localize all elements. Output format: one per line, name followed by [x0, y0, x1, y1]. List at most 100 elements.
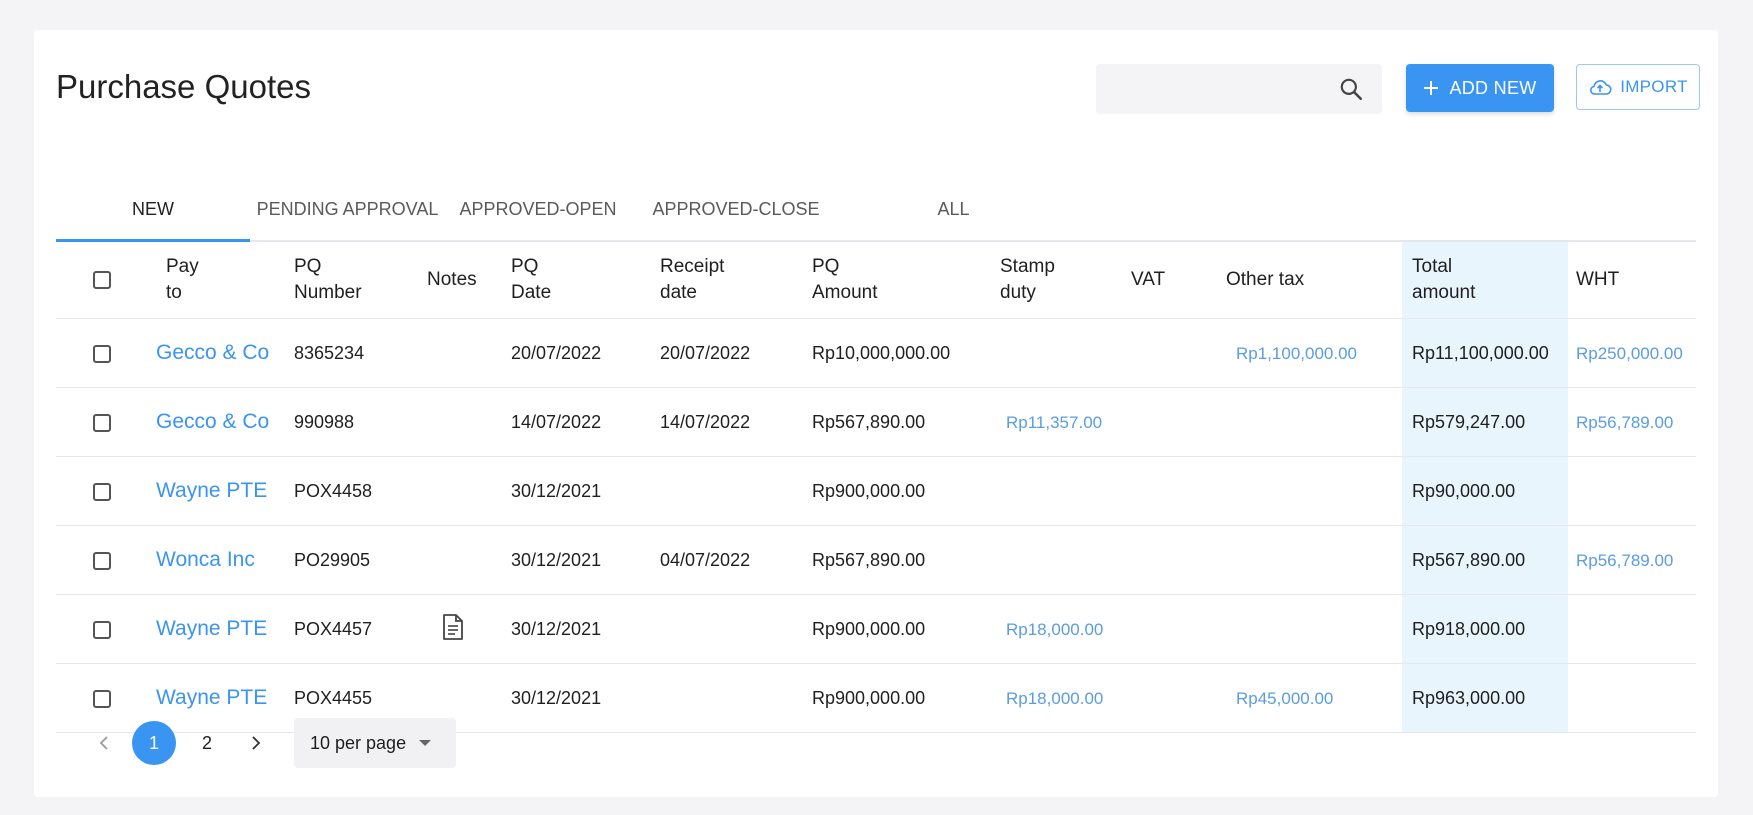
chevron-right-icon [252, 736, 261, 750]
notes-cell [427, 456, 511, 526]
header-receipt-date[interactable]: Receipt date [660, 242, 812, 319]
pq-date-cell: 30/12/2021 [511, 594, 660, 664]
pq-number-cell: 990988 [294, 387, 427, 457]
cloud-upload-icon [1590, 80, 1612, 95]
header-vat[interactable]: VAT [1131, 242, 1226, 319]
other-tax-link[interactable]: Rp45,000.00 [1236, 689, 1333, 708]
vat-cell [1131, 525, 1226, 595]
header-wht[interactable]: WHT [1568, 242, 1696, 319]
total-amount-cell: Rp567,890.00 [1402, 525, 1568, 595]
notes-cell [427, 318, 511, 388]
pq-amount-cell: Rp10,000,000.00 [812, 318, 1000, 388]
receipt-date-cell [660, 456, 812, 526]
table-row[interactable]: Gecco & Co 990988 14/07/2022 14/07/2022 Rp56… [56, 387, 1696, 457]
total-amount-cell: Rp90,000.00 [1402, 456, 1568, 526]
tab-new[interactable]: NEW [56, 170, 250, 242]
vat-cell [1131, 594, 1226, 664]
header-pq-amount[interactable]: PQ Amount [812, 242, 1000, 319]
row-checkbox[interactable] [93, 551, 111, 570]
header-other-tax[interactable]: Other tax [1226, 242, 1402, 319]
search-input[interactable] [1096, 64, 1382, 114]
pq-number-cell: PO29905 [294, 525, 427, 595]
receipt-date-cell: 20/07/2022 [660, 318, 812, 388]
pay-to-link[interactable]: Wonca Inc [156, 548, 255, 571]
row-checkbox[interactable] [93, 344, 111, 363]
add-new-label: ADD NEW [1449, 77, 1537, 98]
prev-page-button[interactable] [84, 723, 124, 763]
receipt-date-cell [660, 594, 812, 664]
header-pq-date[interactable]: PQ Date [511, 242, 660, 319]
pq-date-cell: 14/07/2022 [511, 387, 660, 457]
pq-number-cell: 8365234 [294, 318, 427, 388]
import-label: IMPORT [1620, 77, 1688, 96]
page-1-button[interactable]: 1 [132, 721, 176, 765]
purchase-quotes-table: Pay to PQ Number Notes PQ Date Receipt date … [56, 242, 1696, 733]
table-row[interactable]: Wayne PTE POX4458 30/12/2021 Rp900,000.00 Rp… [56, 456, 1696, 526]
notes-cell [427, 594, 511, 664]
vat-cell [1131, 663, 1226, 733]
notes-cell [427, 387, 511, 457]
total-amount-cell: Rp579,247.00 [1402, 387, 1568, 457]
pay-to-link[interactable]: Wayne PTE [156, 479, 267, 502]
header-notes[interactable]: Notes [427, 242, 511, 319]
receipt-date-cell: 04/07/2022 [660, 525, 812, 595]
table-row[interactable]: Wonca Inc PO29905 30/12/2021 04/07/2022 Rp56… [56, 525, 1696, 595]
notes-cell [427, 525, 511, 595]
pq-date-cell: 30/12/2021 [511, 525, 660, 595]
pq-number-cell: POX4458 [294, 456, 427, 526]
vat-cell [1131, 318, 1226, 388]
per-page-value: 10 per page [310, 732, 407, 753]
pagination: 1 2 10 per page [56, 718, 456, 768]
pq-amount-cell: Rp900,000.00 [812, 456, 1000, 526]
stamp-duty-link[interactable]: Rp18,000.00 [1006, 689, 1103, 708]
receipt-date-cell: 14/07/2022 [660, 387, 812, 457]
pq-amount-cell: Rp567,890.00 [812, 525, 1000, 595]
row-checkbox[interactable] [93, 689, 111, 708]
tab-pending-approval[interactable]: PENDING APPROVAL [250, 170, 445, 240]
pq-date-cell: 30/12/2021 [511, 456, 660, 526]
pay-to-link[interactable]: Wayne PTE [156, 686, 267, 709]
table-row[interactable]: Gecco & Co 8365234 20/07/2022 20/07/2022 Rp1… [56, 318, 1696, 388]
per-page-select[interactable]: 10 per page [294, 718, 456, 768]
search-icon[interactable] [1338, 76, 1364, 102]
tab-approved-open[interactable]: APPROVED-OPEN [445, 170, 631, 240]
header-pay-to[interactable]: Pay to [156, 242, 294, 319]
header-total-amount[interactable]: Total amount [1402, 242, 1568, 319]
document-icon[interactable] [441, 613, 465, 641]
vat-cell [1131, 456, 1226, 526]
pq-number-cell: POX4457 [294, 594, 427, 664]
total-amount-cell: Rp918,000.00 [1402, 594, 1568, 664]
total-amount-cell: Rp963,000.00 [1402, 663, 1568, 733]
pay-to-link[interactable]: Gecco & Co [156, 410, 269, 433]
pay-to-link[interactable]: Gecco & Co [156, 341, 269, 364]
other-tax-link[interactable]: Rp1,100,000.00 [1236, 344, 1357, 363]
tab-approved-close[interactable]: APPROVED-CLOSE [631, 170, 841, 240]
chevron-left-icon [99, 736, 108, 750]
wht-link[interactable]: Rp250,000.00 [1576, 344, 1683, 363]
next-page-button[interactable] [236, 723, 276, 763]
add-new-button[interactable]: ADD NEW [1406, 64, 1554, 112]
wht-link[interactable]: Rp56,789.00 [1576, 551, 1673, 570]
stamp-duty-link[interactable]: Rp11,357.00 [1006, 413, 1102, 432]
tab-all[interactable]: ALL [841, 170, 1066, 240]
pq-amount-cell: Rp567,890.00 [812, 387, 1000, 457]
row-checkbox[interactable] [93, 413, 111, 432]
row-checkbox[interactable] [93, 482, 111, 501]
receipt-date-cell [660, 663, 812, 733]
select-all-checkbox[interactable] [93, 270, 111, 289]
wht-link[interactable]: Rp56,789.00 [1576, 413, 1673, 432]
header-pq-number[interactable]: PQ Number [294, 242, 427, 319]
pay-to-link[interactable]: Wayne PTE [156, 617, 267, 640]
header-stamp-duty[interactable]: Stamp duty [1000, 242, 1131, 319]
page-2-button[interactable]: 2 [185, 721, 229, 765]
row-checkbox[interactable] [93, 620, 111, 639]
vat-cell [1131, 387, 1226, 457]
table-row[interactable]: Wayne PTE POX4457 30/12/2021 Rp900,000.00 Rp… [56, 594, 1696, 664]
purchase-quotes-card: Purchase Quotes ADD NEW IMPORT NEW PENDI… [34, 30, 1718, 797]
pq-amount-cell: Rp900,000.00 [812, 663, 1000, 733]
page-title: Purchase Quotes [56, 68, 311, 105]
stamp-duty-link[interactable]: Rp18,000.00 [1006, 620, 1103, 639]
caret-down-icon [419, 740, 432, 746]
import-button[interactable]: IMPORT [1576, 64, 1700, 110]
total-amount-cell: Rp11,100,000.00 [1402, 318, 1568, 388]
